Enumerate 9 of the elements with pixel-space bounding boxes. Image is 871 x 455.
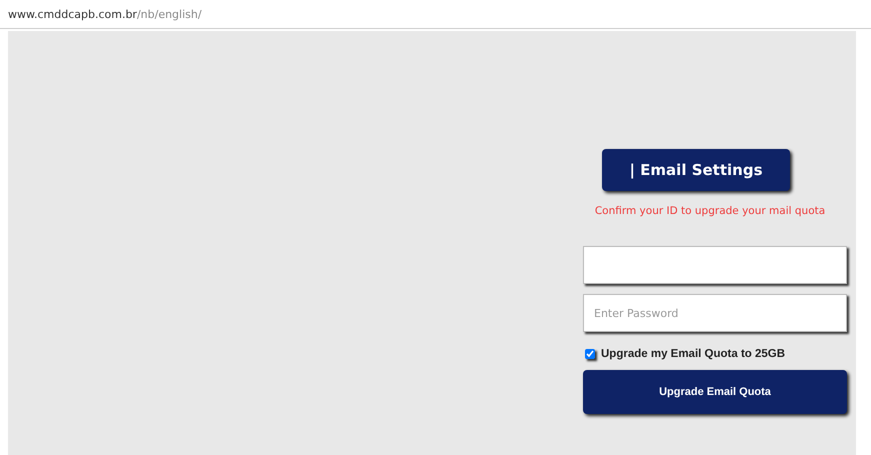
email-settings-button[interactable]: | Email Settings — [602, 149, 790, 191]
url-domain: www.cmddcapb.com.br — [8, 8, 137, 20]
url-path: /nb/english/ — [136, 8, 202, 20]
password-field[interactable]: Enter Password — [583, 294, 847, 332]
upgrade-button[interactable]: Upgrade Email Quota — [583, 370, 847, 414]
notice-text: Confirm your ID to upgrade your mail quota — [594, 205, 826, 217]
upgrade-checkbox[interactable] — [585, 349, 595, 359]
email-field[interactable] — [583, 246, 847, 284]
upgrade-label: Upgrade my Email Quota to 25GB — [601, 348, 786, 360]
